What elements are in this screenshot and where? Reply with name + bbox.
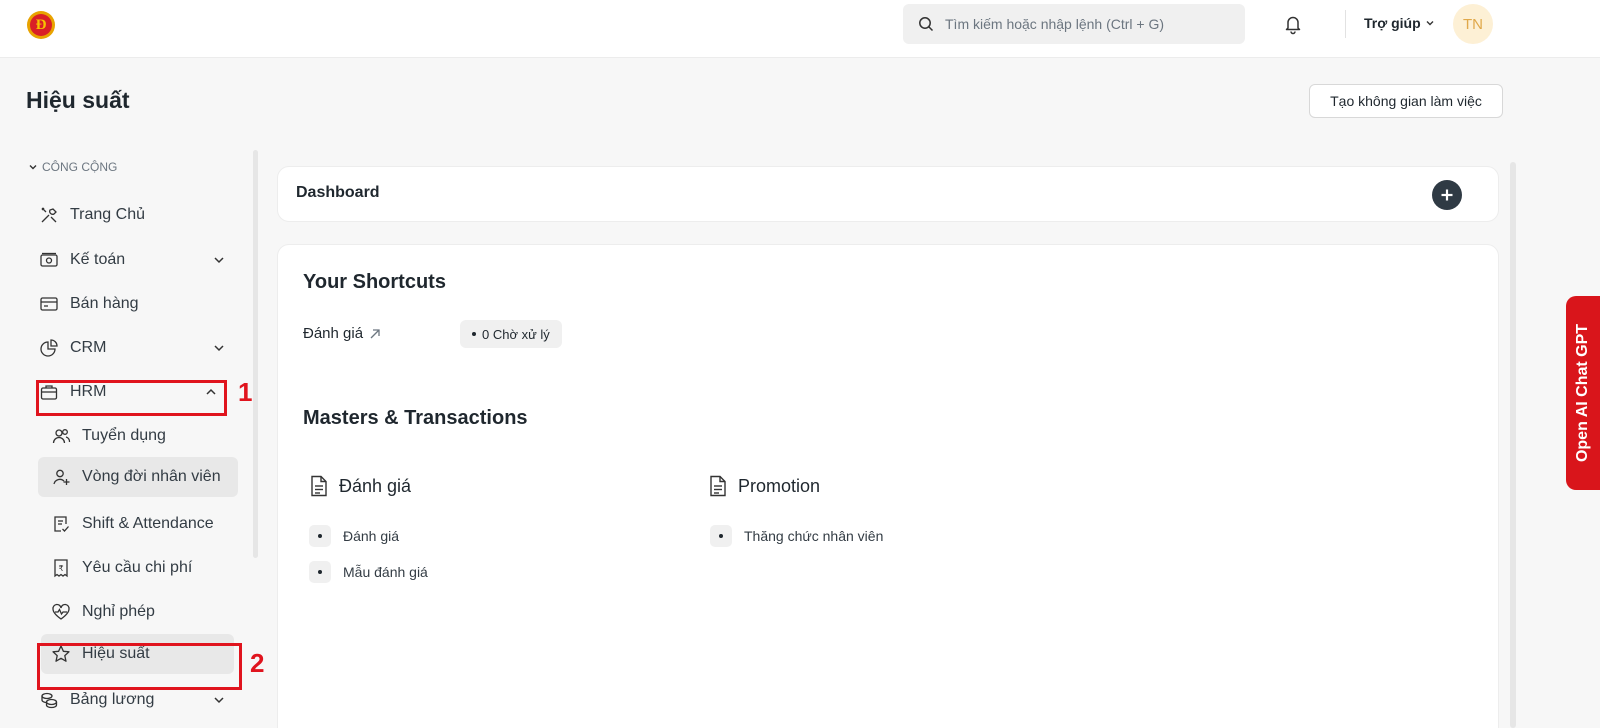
shortcut-danh-gia[interactable]: Đánh giá xyxy=(303,325,381,342)
masters-title: Masters & Transactions xyxy=(303,407,528,429)
navbar: Đ Trợ giúp TN xyxy=(0,0,1600,58)
annotation-number-1: 1 xyxy=(238,377,253,407)
link-label: Thăng chức nhân viên xyxy=(744,528,884,544)
page-title: Hiệu suất xyxy=(26,87,130,113)
group-promotion: Promotion xyxy=(708,475,820,497)
chevron-down-icon xyxy=(29,165,37,170)
bullet-icon xyxy=(710,525,732,547)
chevron-down-icon xyxy=(214,257,224,264)
help-label: Trợ giúp xyxy=(1364,15,1421,31)
svg-text:₹: ₹ xyxy=(58,564,63,573)
sidebar-item-ke-toan[interactable]: Kế toán xyxy=(38,242,238,278)
sidebar-item-label: Yêu cầu chi phí xyxy=(82,559,193,576)
link-label: Mẫu đánh giá xyxy=(343,564,428,580)
search-input[interactable] xyxy=(945,4,1235,44)
app-logo[interactable]: Đ xyxy=(27,11,55,39)
sidebar-item-crm[interactable]: CRM xyxy=(38,330,238,366)
help-dropdown[interactable]: Trợ giúp xyxy=(1364,15,1435,31)
notification-bell-icon[interactable] xyxy=(1282,13,1304,35)
link-mau-danh-gia[interactable]: Mẫu đánh giá xyxy=(309,560,428,584)
heartbeat-icon xyxy=(50,601,72,623)
navbar-divider xyxy=(1345,10,1346,38)
sidebar-item-label: Trang Chủ xyxy=(70,206,145,223)
chat-gpt-label: Open AI Chat GPT xyxy=(1574,323,1591,463)
bullet-icon xyxy=(309,561,331,583)
workspace-card: Your Shortcuts Đánh giá 0 Chờ xử lý Mast… xyxy=(277,244,1499,728)
sidebar-item-tuyen-dung[interactable]: Tuyển dụng xyxy=(50,418,240,454)
shortcut-label: Đánh giá xyxy=(303,325,364,342)
dashboard-card: Dashboard xyxy=(277,166,1499,222)
link-danh-gia[interactable]: Đánh giá xyxy=(309,524,399,548)
bullet-icon xyxy=(309,525,331,547)
search-bar[interactable] xyxy=(903,4,1245,44)
add-dashboard-button[interactable] xyxy=(1432,180,1462,210)
sidebar-item-shift-attendance[interactable]: Shift & Attendance xyxy=(50,506,240,542)
sidebar-item-label: CRM xyxy=(70,339,107,356)
user-plus-icon xyxy=(50,466,72,488)
pending-badge: 0 Chờ xử lý xyxy=(460,320,562,348)
sidebar-item-label: Vòng đời nhân viên xyxy=(82,468,221,485)
chevron-down-icon xyxy=(1426,21,1434,26)
create-workspace-button[interactable]: Tạo không gian làm việc xyxy=(1309,84,1503,118)
shortcuts-title: Your Shortcuts xyxy=(303,271,446,293)
money-icon xyxy=(38,249,60,271)
sidebar-item-label: Bán hàng xyxy=(70,295,139,312)
main-scrollbar[interactable] xyxy=(1510,162,1516,728)
sidebar-item-vong-doi-nhan-vien[interactable]: Vòng đời nhân viên xyxy=(38,457,238,497)
pending-label: 0 Chờ xử lý xyxy=(482,326,550,342)
logo-letter: Đ xyxy=(30,14,52,36)
link-label: Đánh giá xyxy=(343,528,400,544)
chevron-down-icon xyxy=(214,345,224,352)
pie-chart-icon xyxy=(38,337,60,359)
link-thang-chuc-nhan-vien[interactable]: Thăng chức nhân viên xyxy=(710,524,883,548)
users-icon xyxy=(50,425,72,447)
arrow-up-right-icon xyxy=(370,328,380,338)
annotation-box-1 xyxy=(36,380,227,416)
group-danh-gia: Đánh giá xyxy=(309,475,411,497)
dashboard-title: Dashboard xyxy=(296,184,380,201)
document-icon xyxy=(710,475,726,497)
sidebar-item-label: Tuyển dụng xyxy=(82,427,166,444)
checklist-icon xyxy=(50,513,72,535)
sidebar-item-nghi-phep[interactable]: Nghỉ phép xyxy=(50,594,240,630)
avatar[interactable]: TN xyxy=(1453,4,1493,44)
sidebar-item-label: Bảng lương xyxy=(70,691,155,708)
annotation-box-2 xyxy=(37,643,242,690)
sidebar-item-label: Nghỉ phép xyxy=(82,603,155,620)
sidebar-item-yeu-cau-chi-phi[interactable]: ₹ Yêu cầu chi phí xyxy=(50,550,240,586)
card-icon xyxy=(38,293,60,315)
bullet-dot xyxy=(472,332,476,336)
group-title: Đánh giá xyxy=(339,475,412,496)
annotation-number-2: 2 xyxy=(250,648,265,678)
search-icon xyxy=(919,17,934,32)
sidebar-section-label: CÔNG CỘNG xyxy=(42,160,118,174)
coins-icon xyxy=(38,689,60,711)
chevron-down-icon xyxy=(214,697,224,704)
sidebar-item-label: Kế toán xyxy=(70,251,126,268)
sidebar-item-label: Shift & Attendance xyxy=(82,515,214,532)
tools-icon xyxy=(38,204,60,226)
sidebar-item-trang-chu[interactable]: Trang Chủ xyxy=(38,197,238,233)
plus-icon xyxy=(1441,189,1453,201)
sidebar-item-ban-hang[interactable]: Bán hàng xyxy=(38,286,238,322)
document-icon xyxy=(311,475,327,497)
sidebar-scrollbar[interactable] xyxy=(253,150,258,558)
chat-gpt-tab[interactable]: Open AI Chat GPT xyxy=(1566,296,1600,490)
group-title: Promotion xyxy=(738,475,821,496)
sidebar-section-toggle[interactable]: CÔNG CỘNG xyxy=(28,160,117,174)
receipt-icon: ₹ xyxy=(50,557,72,579)
